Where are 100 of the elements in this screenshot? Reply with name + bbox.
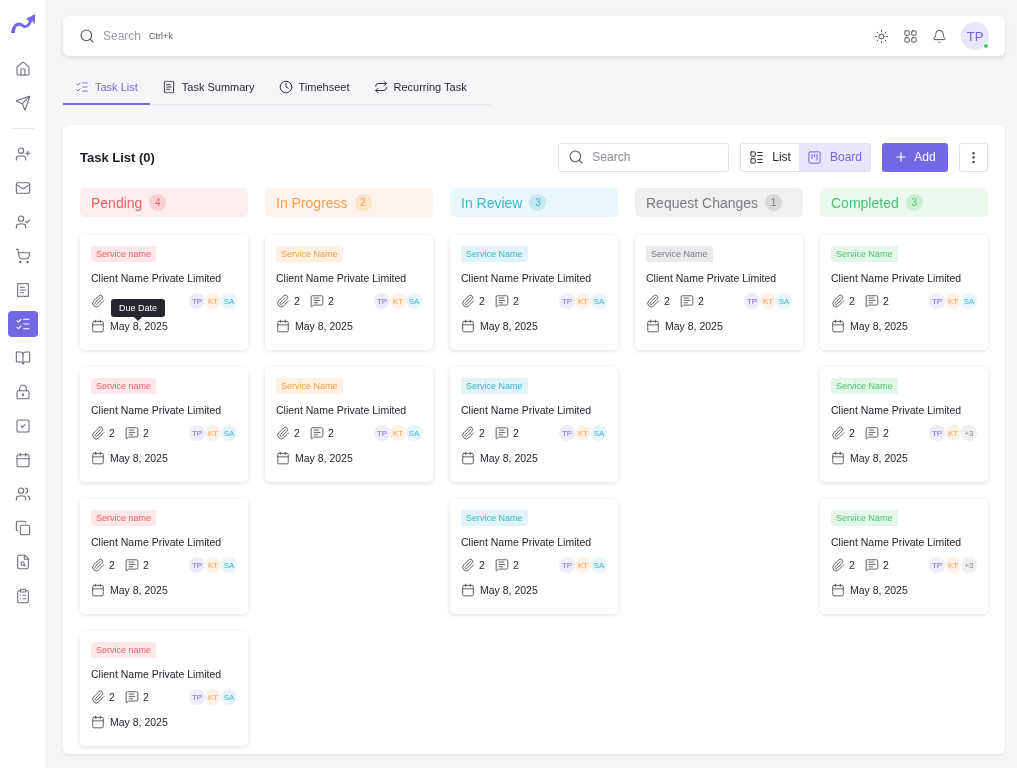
- calendar-icon: [91, 319, 105, 333]
- receipt-icon: [15, 282, 31, 298]
- search-field[interactable]: Search: [558, 142, 730, 172]
- assignee-avatar: KT: [945, 293, 961, 309]
- client-name: Client Name Private Limited: [831, 272, 963, 284]
- board-icon: [806, 149, 822, 165]
- client-name: Client Name Private Limited: [91, 536, 223, 548]
- sun-icon[interactable]: [874, 28, 889, 44]
- attachment-count: 2: [294, 427, 300, 439]
- due-date: May 8, 2025: [295, 320, 353, 332]
- attachment-count: 2: [849, 427, 855, 439]
- attachment-count: 2: [109, 691, 115, 703]
- comment-count: 2: [328, 427, 334, 439]
- attachment-count: 2: [479, 559, 485, 571]
- copy-icon: [15, 520, 31, 536]
- assignee-avatar: KT: [945, 557, 961, 573]
- tab[interactable]: Timehseet: [266, 76, 362, 105]
- column-title: In Progress: [276, 194, 348, 211]
- task-card[interactable]: Service name Client Name Private Limited 2 2 TP KT SA May 8, 2025: [80, 631, 248, 746]
- calendar-icon: [91, 451, 105, 465]
- task-card[interactable]: Service Name Client Name Private Limited 2 2 TP KT SA May 8, 2025: [635, 235, 803, 350]
- paperclip-icon: [276, 426, 290, 440]
- comment-icon: [865, 558, 879, 572]
- assignee-avatar: KT: [390, 425, 406, 441]
- task-card[interactable]: Service Name Client Name Private Limited 2 2 TP KT +3 May 8, 2025: [820, 499, 988, 614]
- view-toggle[interactable]: Board: [798, 143, 870, 171]
- due-date: May 8, 2025: [110, 452, 168, 464]
- checklist-icon: [75, 79, 89, 94]
- comment-icon: [125, 690, 139, 704]
- calendar-icon: [461, 319, 475, 333]
- assignee-avatar: KT: [205, 689, 221, 705]
- comment-icon: [865, 294, 879, 308]
- add-button[interactable]: Add: [882, 142, 948, 172]
- attachment-count: 2: [294, 295, 300, 307]
- panel-title: Task List (0): [80, 149, 156, 165]
- tab[interactable]: Recurring Task: [361, 76, 479, 105]
- assignee-avatar: KT: [390, 293, 406, 309]
- task-card[interactable]: Service Name Client Name Private Limited 2 2 TP KT SA May 8, 2025: [265, 235, 433, 350]
- comment-count: 2: [143, 427, 149, 439]
- client-name: Client Name Private Limited: [91, 272, 223, 284]
- assignee-avatar: TP: [559, 425, 575, 441]
- assignee-avatar: TP: [744, 293, 760, 309]
- column-title: Completed: [831, 194, 899, 211]
- assignee-avatar: TP: [189, 293, 205, 309]
- tab[interactable]: Task List: [63, 76, 150, 105]
- column-title: Request Changes: [646, 194, 759, 211]
- task-card[interactable]: Service Name Client Name Private Limited 2 2 TP KT +3 May 8, 2025: [820, 367, 988, 482]
- tab[interactable]: Task Summary: [149, 76, 267, 105]
- document-search-icon: [15, 554, 31, 570]
- send-icon: [15, 95, 31, 111]
- service-tag: Service Name: [831, 246, 898, 262]
- task-card[interactable]: Service name Client Name Private Limited 2 2 TP KT SA May 8, 2025: [80, 367, 248, 482]
- paperclip-icon: [91, 294, 105, 308]
- lock-icon: [15, 384, 31, 400]
- assignee-avatar: SA: [961, 293, 977, 309]
- due-date: May 8, 2025: [480, 320, 538, 332]
- task-card[interactable]: Service name Client Name Private Limited 2 2 TP KT SA May 8, 2025: [80, 499, 248, 614]
- service-tag: Service Name: [831, 510, 898, 526]
- service-tag: Service name: [91, 510, 157, 526]
- assignee-avatar: SA: [221, 293, 237, 309]
- client-name: Client Name Private Limited: [461, 536, 593, 548]
- attachment-count: 2: [109, 427, 115, 439]
- task-card[interactable]: Service Name Client Name Private Limited 2 2 TP KT SA May 8, 2025: [450, 235, 618, 350]
- column-title: In Review: [461, 194, 523, 211]
- bell-icon[interactable]: [932, 28, 947, 44]
- assignee-avatar: SA: [406, 425, 422, 441]
- users-icon: [15, 486, 31, 502]
- assignee-avatar: SA: [591, 425, 607, 441]
- due-date: May 8, 2025: [850, 452, 908, 464]
- assignee-avatar: TP: [929, 293, 945, 309]
- comment-count: 2: [883, 559, 889, 571]
- paperclip-icon: [831, 558, 845, 572]
- task-card[interactable]: Service name Client Name Private Limited TP KT SA Due Date May 8, 2025: [80, 235, 248, 350]
- list-icon: [749, 149, 765, 165]
- assignee-avatar: TP: [374, 293, 390, 309]
- sidebar-item[interactable]: [8, 311, 38, 337]
- assignee-avatar: TP: [559, 557, 575, 573]
- client-name: Client Name Private Limited: [646, 272, 778, 284]
- assignee-avatar: KT: [205, 425, 221, 441]
- task-card[interactable]: Service Name Client Name Private Limited 2 2 TP KT SA May 8, 2025: [450, 367, 618, 482]
- apps-icon[interactable]: [903, 28, 918, 44]
- count-badge: 3: [905, 194, 923, 211]
- count-badge: 3: [529, 194, 547, 211]
- service-tag: Service Name: [461, 510, 528, 526]
- assignee-avatar: SA: [591, 557, 607, 573]
- task-card[interactable]: Service Name Client Name Private Limited 2 2 TP KT SA May 8, 2025: [820, 235, 988, 350]
- assignee-avatar: KT: [760, 293, 776, 309]
- task-card[interactable]: Service Name Client Name Private Limited 2 2 TP KT SA May 8, 2025: [450, 499, 618, 614]
- paperclip-icon: [831, 426, 845, 440]
- comment-icon: [125, 426, 139, 440]
- home-icon: [15, 61, 31, 77]
- user-check-icon: [15, 214, 31, 230]
- calendar-icon: [461, 451, 475, 465]
- due-date: May 8, 2025: [110, 716, 168, 728]
- task-card[interactable]: Service Name Client Name Private Limited 2 2 TP KT SA May 8, 2025: [265, 367, 433, 482]
- calendar-icon: [831, 583, 845, 597]
- user-plus-icon: [15, 146, 31, 162]
- calendar-icon: [276, 319, 290, 333]
- calendar-icon: [91, 583, 105, 597]
- user-avatar[interactable]: TP: [961, 22, 989, 50]
